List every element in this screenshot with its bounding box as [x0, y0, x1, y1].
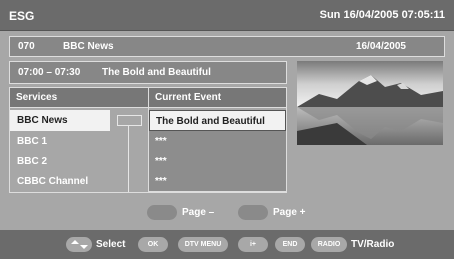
channel-info-bar: 070 BBC News 16/04/2005 — [9, 36, 445, 57]
event-item: The Bold and Beautiful — [149, 110, 286, 131]
services-header: Services — [10, 88, 149, 108]
video-preview — [297, 61, 443, 145]
channel-number: 070 — [18, 41, 35, 52]
event-item: *** — [149, 171, 286, 192]
scrollbar-track[interactable] — [128, 116, 129, 192]
page-down-button[interactable] — [147, 205, 177, 220]
up-down-arrows-icon[interactable] — [66, 237, 92, 252]
page-down-label: Page – — [182, 207, 215, 218]
page-up-label: Page + — [273, 207, 306, 218]
select-label: Select — [96, 239, 126, 250]
events-list: The Bold and Beautiful *** *** *** — [149, 108, 286, 192]
radio-key[interactable]: RADIO — [311, 237, 347, 252]
service-item[interactable]: CBBC Channel — [10, 171, 110, 192]
channel-date: 16/04/2005 — [355, 41, 406, 52]
esg-screen: ESG Sun 16/04/2005 07:05:11 070 BBC News… — [0, 0, 454, 259]
event-item: *** — [149, 131, 286, 152]
tv-radio-label: TV/Radio — [351, 239, 395, 250]
end-key[interactable]: END — [275, 237, 305, 252]
service-item[interactable]: BBC News — [10, 110, 110, 131]
top-bar: ESG Sun 16/04/2005 07:05:11 — [0, 0, 454, 31]
info-key[interactable]: i+ — [238, 237, 268, 252]
mountain-lake-image — [297, 61, 443, 145]
screen-title: ESG — [9, 9, 35, 23]
programme-time: 07:00 – 07:30 — [18, 67, 81, 78]
key-legend-bar: Select OK DTV MENU i+ END RADIO TV/Radio — [0, 230, 454, 259]
date-time: Sun 16/04/2005 07:05:11 — [319, 9, 445, 21]
pager: Page – Page + — [0, 202, 454, 224]
services-table: Services Current Event BBC News BBC 1 BB… — [9, 87, 287, 193]
page-up-button[interactable] — [238, 205, 268, 220]
arrow-up-down-icon — [71, 240, 88, 249]
current-event-header: Current Event — [149, 88, 286, 108]
service-item[interactable]: BBC 2 — [10, 151, 110, 172]
dtv-menu-key[interactable]: DTV MENU — [178, 237, 228, 252]
services-list: BBC News BBC 1 BBC 2 CBBC Channel — [10, 108, 149, 192]
scrollbar-thumb[interactable] — [117, 115, 142, 126]
programme-info-bar: 07:00 – 07:30 The Bold and Beautiful — [9, 61, 287, 84]
service-item[interactable]: BBC 1 — [10, 131, 110, 152]
channel-name: BBC News — [63, 41, 114, 52]
ok-key[interactable]: OK — [138, 237, 168, 252]
event-item: *** — [149, 151, 286, 172]
programme-name: The Bold and Beautiful — [102, 67, 211, 78]
